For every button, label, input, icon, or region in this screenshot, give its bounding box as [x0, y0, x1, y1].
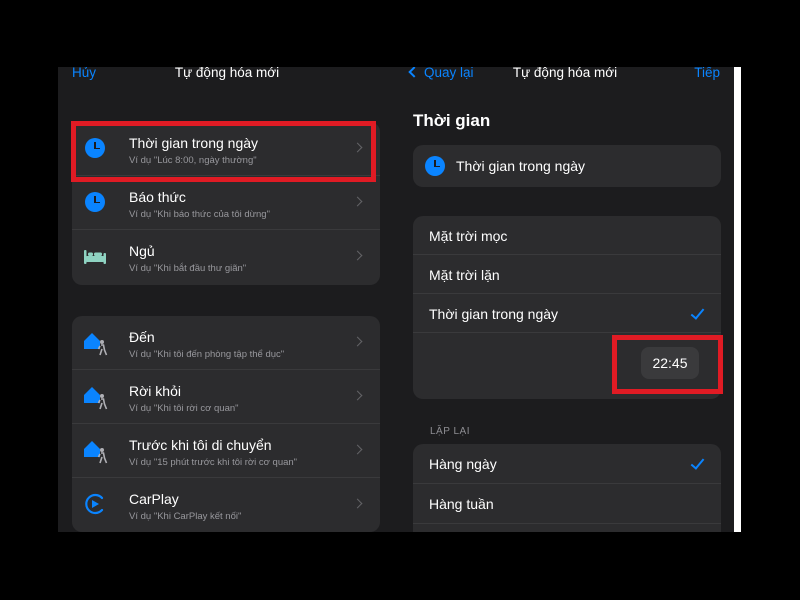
home-person-icon: [83, 438, 108, 464]
selected-trigger-label: Thời gian trong ngày: [456, 158, 586, 174]
bed-icon: [83, 244, 107, 268]
option-label: Thời gian trong ngày: [429, 306, 559, 322]
option-sunset[interactable]: Mặt trời lặn: [413, 255, 721, 294]
chevron-right-icon: [352, 498, 363, 509]
nav-bar: Hủy Tự động hóa mới: [58, 67, 396, 87]
trigger-subtitle: Ví dụ "Khi tôi đến phòng tập thể dục": [129, 349, 285, 360]
clock-icon: [423, 154, 447, 178]
repeat-option-group: Hàng ngày Hàng tuần: [413, 444, 721, 532]
chevron-right-icon: [352, 250, 363, 261]
option-label: Hàng tuần: [429, 496, 494, 512]
trigger-row-leave[interactable]: Rời khỏi Ví dụ "Khi tôi rời cơ quan": [72, 370, 380, 424]
option-weekly[interactable]: Hàng tuần: [413, 484, 721, 524]
chevron-right-icon: [352, 390, 363, 401]
time-of-day-screen: Quay lại Tự động hóa mới Tiếp Thời gian …: [396, 67, 734, 532]
personal-trigger-group: Thời gian trong ngày Ví dụ "Lúc 8:00, ng…: [72, 122, 380, 285]
alarm-clock-icon: [83, 190, 107, 214]
trigger-row-time-of-day[interactable]: Thời gian trong ngày Ví dụ "Lúc 8:00, ng…: [72, 122, 380, 176]
trigger-title: Đến: [129, 329, 155, 345]
option-sunrise[interactable]: Mặt trời mọc: [413, 216, 721, 255]
option-label: Mặt trời lặn: [429, 267, 500, 283]
chevron-right-icon: [352, 444, 363, 455]
nav-title: Tự động hóa mới: [174, 67, 280, 80]
trigger-subtitle: Ví dụ "Lúc 8:00, ngày thường": [129, 155, 257, 166]
chevron-right-icon: [352, 142, 363, 153]
home-person-icon: [83, 384, 108, 410]
repeat-section-header: LẶP LẠI: [430, 426, 471, 437]
option-label: Mặt trời mọc: [429, 228, 508, 244]
trigger-title: Rời khỏi: [129, 383, 181, 399]
selected-trigger-card: Thời gian trong ngày: [413, 145, 721, 187]
trigger-subtitle: Ví dụ "Khi tôi rời cơ quan": [129, 403, 239, 414]
trigger-subtitle: Ví dụ "Khi bắt đầu thư giãn": [129, 263, 247, 274]
window-edge-strip: [734, 67, 741, 532]
trigger-row-alarm[interactable]: Báo thức Ví dụ "Khi báo thức của tôi dừn…: [72, 176, 380, 230]
chevron-right-icon: [352, 196, 363, 207]
option-time-of-day[interactable]: Thời gian trong ngày: [413, 294, 721, 333]
trigger-title: Thời gian trong ngày: [129, 135, 259, 151]
location-trigger-group: Đến Ví dụ "Khi tôi đến phòng tập thể dục…: [72, 316, 380, 532]
trigger-title: Báo thức: [129, 189, 186, 205]
checkmark-icon: [690, 305, 705, 320]
trigger-row-arrive[interactable]: Đến Ví dụ "Khi tôi đến phòng tập thể dục…: [72, 316, 380, 370]
checkmark-icon: [690, 455, 705, 470]
trigger-title: Ngủ: [129, 243, 155, 259]
trigger-title: Trước khi tôi di chuyển: [129, 437, 272, 453]
trigger-subtitle: Ví dụ "15 phút trước khi tôi rời cơ quan…: [129, 457, 298, 468]
trigger-row-before-commute[interactable]: Trước khi tôi di chuyển Ví dụ "15 phút t…: [72, 424, 380, 478]
time-option-group: Mặt trời mọc Mặt trời lặn Thời gian tron…: [413, 216, 721, 399]
time-picker-row: 22:45: [413, 333, 721, 397]
nav-bar: Quay lại Tự động hóa mới Tiếp: [396, 67, 734, 87]
nav-title: Tự động hóa mới: [512, 67, 618, 80]
trigger-row-sleep[interactable]: Ngủ Ví dụ "Khi bắt đầu thư giãn": [72, 230, 380, 284]
trigger-title: CarPlay: [129, 491, 179, 507]
clock-icon: [83, 136, 107, 160]
trigger-row-carplay[interactable]: CarPlay Ví dụ "Khi CarPlay kết nối": [72, 478, 380, 532]
option-daily[interactable]: Hàng ngày: [413, 444, 721, 484]
time-picker-button[interactable]: 22:45: [641, 347, 699, 379]
next-button[interactable]: Tiếp: [694, 67, 720, 80]
carplay-icon: [83, 492, 107, 516]
new-automation-screen: Hủy Tự động hóa mới Thời gian trong ngày…: [58, 67, 396, 532]
trigger-subtitle: Ví dụ "Khi báo thức của tôi dừng": [129, 209, 270, 220]
home-person-icon: [83, 330, 108, 356]
section-title: Thời gian: [413, 111, 491, 130]
option-label: Hàng ngày: [429, 456, 497, 472]
chevron-right-icon: [352, 336, 363, 347]
trigger-subtitle: Ví dụ "Khi CarPlay kết nối": [129, 511, 242, 522]
